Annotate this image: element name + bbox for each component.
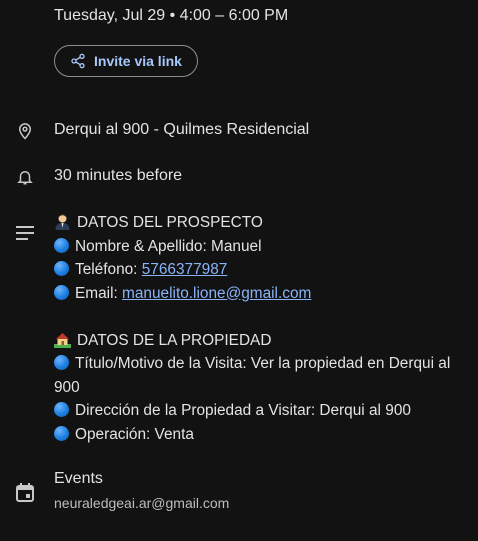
blue-circle-emoji-icon [54,261,69,276]
location-text[interactable]: Derqui al 900 - Quilmes Residencial [54,121,309,139]
event-datetime: Tuesday, Jul 29 • 4:00 – 6:00 PM [54,7,289,24]
phone-link[interactable]: 5766377987 [142,261,228,278]
share-icon [70,53,86,69]
bell-icon [14,166,36,188]
reminder-text: 30 minutes before [54,167,183,184]
heading-prospect-text: DATOS DEL PROSPECTO [77,214,263,231]
title-text: Título/Motivo de la Visita: Ver la propi… [75,355,451,372]
blue-circle-emoji-icon [54,425,69,441]
calendar-owner: neuraledgeai.ar@gmail.com [54,495,230,511]
email-label: Email: [75,284,123,302]
desc-title-line: Título/Motivo de la Visita: Ver la propi… [54,352,472,376]
desc-name-line: Nombre & Apellido: Manuel [54,235,472,259]
operation-text: Operación: Venta [75,425,194,443]
person-emoji-icon [54,213,71,230]
desc-heading-prospect: DATOS DEL PROSPECTO [54,211,472,235]
email-link[interactable]: manuelito.lione@gmail.com [122,285,311,302]
phone-label: Teléfono: [75,261,142,278]
desc-heading-property: DATOS DE LA PROPIEDAD [54,329,472,353]
desc-email-line: Email: manuelito.lione@gmail.com [54,282,472,306]
blue-circle-emoji-icon [54,237,69,253]
calendar-icon [14,481,36,503]
location-pin-icon [14,120,36,142]
description-icon [14,222,36,244]
blue-circle-emoji-icon [54,402,69,417]
event-description: DATOS DEL PROSPECTO Nombre & Apellido: M… [54,211,472,446]
desc-address-line: Dirección de la Propiedad a Visitar: Der… [54,399,472,423]
house-emoji-icon [54,331,71,348]
heading-property-text: DATOS DE LA PROPIEDAD [77,331,272,349]
desc-phone-line: Teléfono: 5766377987 [54,258,472,282]
name-text: Nombre & Apellido: Manuel [75,237,262,255]
desc-operation-line: Operación: Venta [54,423,472,447]
desc-title-line-cont: 900 [54,378,80,396]
blue-circle-emoji-icon [54,284,69,300]
calendar-name: Events [54,470,103,487]
invite-via-link-button[interactable]: Invite via link [54,45,198,77]
invite-label: Invite via link [94,53,182,69]
blue-circle-emoji-icon [54,355,69,370]
address-text: Dirección de la Propiedad a Visitar: Der… [75,402,411,419]
